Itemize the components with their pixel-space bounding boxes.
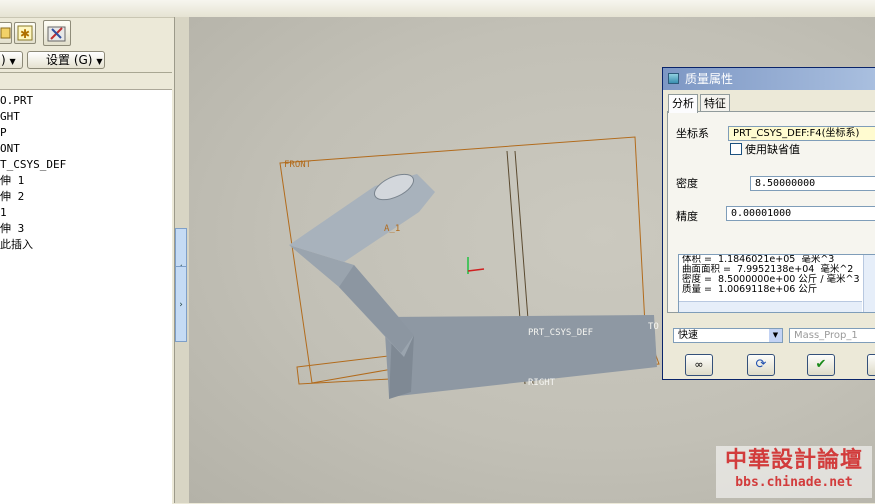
accuracy-field[interactable]: 0.00001000 xyxy=(726,206,875,221)
csys-field[interactable]: PRT_CSYS_DEF:F4(坐标系) xyxy=(728,126,875,141)
density-field[interactable]: 8.50000000 xyxy=(750,176,875,191)
glasses-icon: ∞ xyxy=(694,358,704,371)
tab-feature[interactable]: 特征 xyxy=(700,94,730,111)
arrow-right-icon: › xyxy=(179,300,183,310)
tree-header xyxy=(0,73,172,90)
settings-dropdown[interactable]: 设置 (G) ▼ xyxy=(27,51,105,69)
tree-item[interactable]: O.PRT xyxy=(0,93,172,109)
checkmark-icon: ✔ xyxy=(815,357,827,372)
settings-label: 设置 (G) xyxy=(46,53,93,67)
mode-value: 快速 xyxy=(678,330,698,341)
mode-select[interactable]: 快速 ▼ xyxy=(673,328,783,343)
refresh-icon: ⟳ xyxy=(755,357,767,372)
tree-dropdown-row: ) ▼ 设置 (G) ▼ xyxy=(0,49,178,71)
part-arm-top xyxy=(289,174,435,265)
tree-item[interactable]: 伸 2 xyxy=(0,189,172,205)
watermark-url: bbs.chinade.net xyxy=(735,475,853,490)
watermark-title: 中華設計論壇 xyxy=(724,447,863,473)
tree-item[interactable]: P xyxy=(0,125,172,141)
tab-analysis[interactable]: 分析 xyxy=(668,94,698,113)
tree-item[interactable]: 1 xyxy=(0,205,172,221)
folder-icon xyxy=(0,27,11,39)
axis-label: A_1 xyxy=(384,224,400,234)
svg-text:✱: ✱ xyxy=(20,27,30,41)
tools-icon-button[interactable] xyxy=(43,20,71,46)
tools-icon xyxy=(47,26,66,42)
front-label: FRONT xyxy=(284,160,312,170)
part-arm-side xyxy=(339,265,414,353)
csys-x-axis xyxy=(467,268,485,272)
panel-sash[interactable]: ‹ › xyxy=(174,17,190,503)
dialog-title: 质量属性 xyxy=(685,72,734,86)
tree-item[interactable]: 伸 3 xyxy=(0,221,172,237)
tree-item[interactable]: ONT xyxy=(0,141,172,157)
tree-item[interactable]: T_CSYS_DEF xyxy=(0,157,172,173)
model-tree: O.PRT GHT P ONT T_CSYS_DEF 伸 1 伸 2 1 伸 3… xyxy=(0,72,172,504)
analysis-name-field[interactable]: Mass_Prop_1 xyxy=(789,328,875,343)
preview-button[interactable]: ∞ xyxy=(685,354,713,376)
watermark: 中華設計論壇 bbs.chinade.net xyxy=(716,446,872,498)
chevron-down-icon: ▼ xyxy=(769,329,782,342)
use-default-checkbox[interactable] xyxy=(730,143,742,155)
recompute-button[interactable]: ⟳ xyxy=(747,354,775,376)
dropdown-arrow-icon: ▼ xyxy=(96,57,103,66)
star-icon-button[interactable]: ✱ xyxy=(14,22,36,44)
analysis-tab-page: 坐标系 PRT_CSYS_DEF:F4(坐标系) 使用缺省值 密度 8.5000… xyxy=(667,111,875,313)
collapse-right-button[interactable]: › xyxy=(175,266,187,342)
density-label: 密度 xyxy=(676,177,698,190)
title-bar xyxy=(0,0,875,18)
top-label: TO xyxy=(648,322,659,332)
tree-item[interactable]: 此插入 xyxy=(0,237,172,253)
tree-filter-dropdown[interactable]: ) ▼ xyxy=(0,51,23,69)
results-area[interactable]: 体积 = 1.1846021e+05 毫米^3 曲面面积 = 7.9952138… xyxy=(678,254,875,313)
right-label: RIGHT xyxy=(528,378,556,388)
vertical-scrollbar[interactable] xyxy=(863,255,875,312)
dropdown-arrow-icon: ▼ xyxy=(9,57,16,66)
csys-label: 坐标系 xyxy=(676,127,709,140)
ok-button[interactable]: ✔ xyxy=(807,354,835,376)
cancel-button[interactable] xyxy=(867,354,875,376)
tree-item[interactable]: GHT xyxy=(0,109,172,125)
dropdown-label: ) xyxy=(1,53,6,67)
horizontal-scrollbar[interactable] xyxy=(679,301,862,312)
result-line: 质量 = 1.0069118e+06 公斤 xyxy=(682,284,818,295)
use-default-label: 使用缺省值 xyxy=(745,143,800,156)
tree-item[interactable]: 伸 1 xyxy=(0,173,172,189)
csys-label: PRT_CSYS_DEF xyxy=(528,328,593,338)
dialog-title-bar: 质量属性 xyxy=(663,68,875,90)
part-base xyxy=(384,315,657,397)
accuracy-label: 精度 xyxy=(676,210,698,223)
model-tree-toolbar: ✱ xyxy=(0,18,178,48)
star-icon: ✱ xyxy=(17,25,33,41)
folder-icon-button[interactable] xyxy=(0,22,12,44)
mass-properties-dialog: 质量属性 分析 特征 坐标系 PRT_CSYS_DEF:F4(坐标系) 使用缺省… xyxy=(662,67,875,380)
dialog-icon xyxy=(668,73,679,84)
